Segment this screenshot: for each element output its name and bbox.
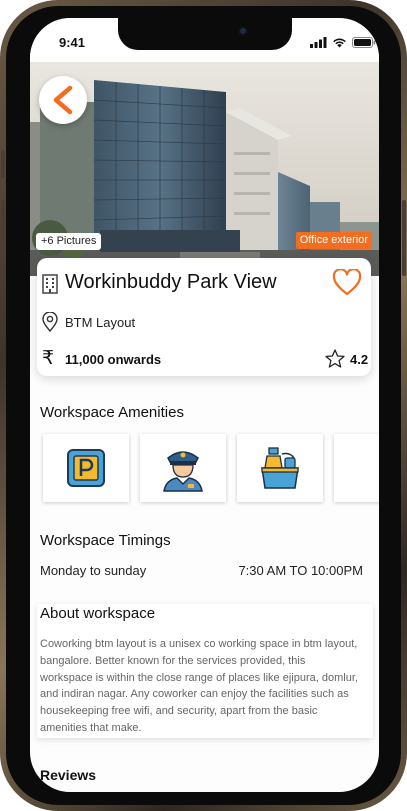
battery-icon: [352, 36, 376, 48]
about-description: Coworking btm layout is a unisex co work…: [40, 638, 358, 734]
side-button: [1, 150, 5, 178]
side-button: [1, 200, 5, 252]
signal-icon: [310, 36, 327, 48]
side-button: [402, 200, 406, 276]
workspace-name: Workinbuddy Park View: [65, 271, 277, 293]
timing-days: Monday to sunday: [40, 563, 147, 578]
status-bar: 9:41: [30, 18, 379, 62]
reviews-heading: Reviews: [40, 767, 97, 783]
location-pin-icon: [42, 312, 58, 332]
chevron-left-icon: [53, 85, 73, 115]
price-text: 11,000 onwards: [65, 352, 162, 367]
amenity-card[interactable]: [334, 434, 379, 502]
pictures-count-badge[interactable]: +6 Pictures: [36, 233, 102, 250]
front-camera: [238, 26, 248, 36]
workspace-photo[interactable]: +6 Pictures Office exterior: [30, 62, 379, 276]
wifi-icon: [333, 38, 346, 47]
back-button[interactable]: [39, 76, 87, 124]
status-time: 9:41: [59, 35, 86, 50]
amenities-heading: Workspace Amenities: [40, 404, 184, 421]
photo-label-badge: Office exterior: [295, 232, 372, 249]
amenity-card[interactable]: [43, 434, 129, 502]
housekeeping-icon: [261, 447, 299, 489]
location-text: BTM Layout: [65, 315, 136, 330]
status-icons: [310, 36, 376, 48]
about-heading: About workspace: [40, 605, 156, 622]
amenity-card[interactable]: [140, 434, 226, 502]
star-icon: [325, 349, 345, 368]
about-card: About workspace Coworking btm layout is …: [37, 604, 373, 738]
notch: [118, 18, 292, 50]
amenity-card[interactable]: [237, 434, 323, 502]
heart-icon[interactable]: [332, 269, 362, 296]
security-guard-icon: [163, 451, 203, 492]
timing-hours: 7:30 AM TO 10:00PM: [238, 563, 363, 578]
parking-icon: [67, 449, 105, 487]
rupee-icon: ₹: [42, 348, 55, 369]
building-icon: [42, 274, 58, 294]
timings-heading: Workspace Timings: [40, 532, 171, 549]
workspace-info-card: Workinbuddy Park View BTM Layout ₹ 11,00…: [37, 258, 371, 376]
app-screen: 9:41 +6 Pictures Office exterior Workinb…: [30, 18, 379, 792]
rating-value: 4.2: [350, 352, 369, 367]
